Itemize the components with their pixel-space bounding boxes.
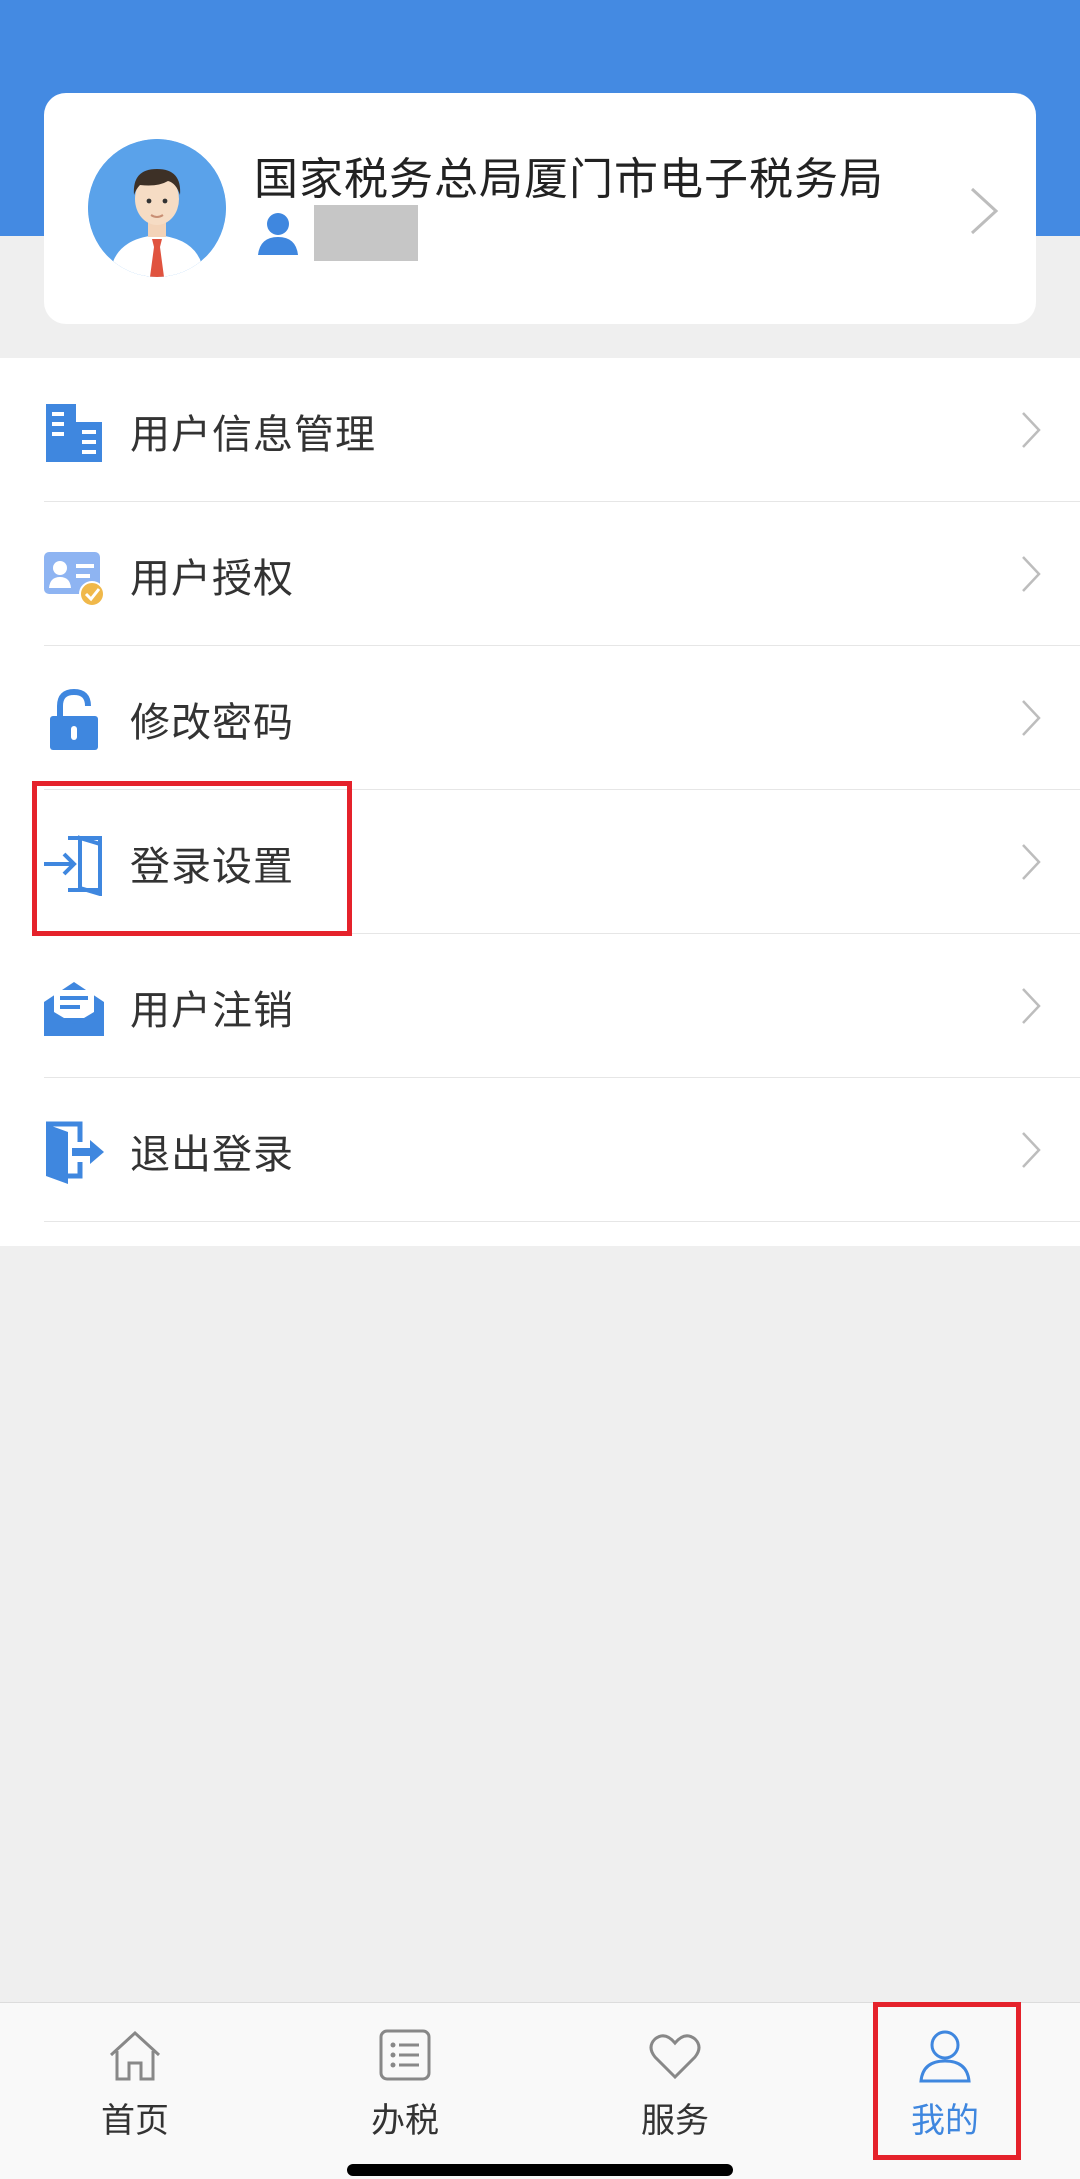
login-door-icon [44,835,102,896]
menu-item-logout[interactable]: 退出登录 [0,1078,1080,1222]
chevron-right-icon [1022,700,1041,736]
tab-label: 首页 [101,2101,169,2141]
chevron-right-icon [1022,412,1041,448]
masked-user-id [314,205,418,261]
tab-home[interactable]: 首页 [0,2003,270,2179]
tab-label: 办税 [371,2101,439,2141]
bottom-tab-bar: 首页 办税 服务 我的 [0,2002,1080,2179]
menu-item-change-password[interactable]: 修改密码 [0,646,1080,790]
list-icon [379,2029,431,2081]
tab-tax[interactable]: 办税 [270,2003,540,2179]
lock-icon [50,688,98,750]
chevron-right-icon [1022,844,1041,880]
menu-item-label: 用户授权 [130,556,294,602]
divider [44,1221,1080,1222]
menu-item-deregister[interactable]: 用户注销 [0,934,1080,1078]
chevron-right-icon [1022,988,1041,1024]
menu-item-login-settings[interactable]: 登录设置 [0,790,1080,934]
settings-menu: 用户信息管理 用户授权 修改密码 登录设置 用户注销 退出登录 [0,358,1080,1246]
chevron-right-icon [970,187,999,235]
menu-item-user-info[interactable]: 用户信息管理 [0,358,1080,502]
tab-label: 服务 [641,2101,709,2141]
building-icon [46,404,102,462]
home-indicator [347,2164,733,2176]
envelope-icon [44,982,104,1036]
home-icon [109,2030,161,2081]
menu-item-label: 登录设置 [130,844,294,890]
agency-name: 国家税务总局厦门市电子税务局 [254,154,884,205]
tab-mine[interactable]: 我的 [810,2003,1080,2179]
chevron-right-icon [1022,1132,1041,1168]
logout-icon [46,1121,104,1184]
user-icon [919,2030,971,2083]
menu-item-label: 修改密码 [130,700,294,746]
menu-item-label: 退出登录 [130,1132,294,1178]
menu-item-label: 用户信息管理 [130,412,376,458]
menu-item-user-authorization[interactable]: 用户授权 [0,502,1080,646]
person-icon [258,213,298,255]
user-avatar-icon [88,139,226,277]
profile-card[interactable]: 国家税务总局厦门市电子税务局 [44,93,1036,324]
tab-label: 我的 [911,2101,979,2141]
chevron-right-icon [1022,556,1041,592]
menu-item-label: 用户注销 [130,988,294,1034]
tab-service[interactable]: 服务 [540,2003,810,2179]
heart-icon [649,2034,701,2080]
user-card-check-icon [44,552,105,607]
